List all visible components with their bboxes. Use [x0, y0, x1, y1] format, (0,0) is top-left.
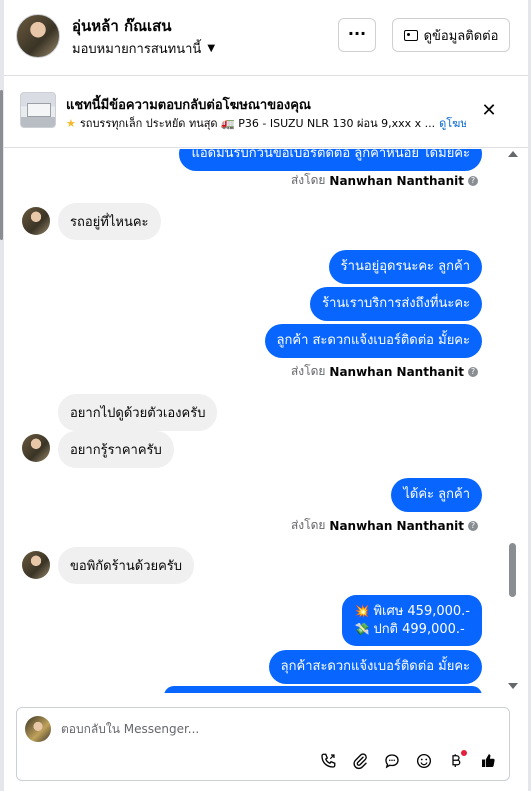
agent-name: Nanwhan Nanthanit: [329, 364, 464, 379]
message-thread[interactable]: แอดมินรบกวนขอเบอร์ติดต่อ ลูกค้าหน่อย ได้…: [4, 149, 516, 693]
ad-reply-banner: แชทนี้มีข้อความตอบกลับต่อโฆษณาของคุณ ★ ร…: [4, 76, 528, 148]
message-incoming[interactable]: อยากรู้ราคาครับ: [58, 431, 174, 468]
contact-avatar[interactable]: [16, 14, 60, 58]
scroll-up-icon[interactable]: [508, 151, 518, 157]
reply-input[interactable]: [61, 720, 481, 738]
message-outgoing-partial[interactable]: [164, 686, 482, 693]
message-outgoing-price[interactable]: 💥 พิเศษ 459,000.- 💸 ปกติ 499,000.-: [342, 595, 482, 647]
saved-reply-icon[interactable]: [381, 750, 403, 772]
sent-by-label: ส่งโดย: [290, 173, 326, 187]
page-avatar: [25, 716, 51, 742]
close-icon[interactable]: ✕: [478, 100, 500, 122]
assign-conversation-label: มอบหมายการสนทนานี้: [72, 42, 202, 57]
contact-avatar-small: [22, 551, 50, 579]
contact-avatar-small: [22, 207, 50, 235]
baht-icon[interactable]: [445, 750, 467, 772]
agent-name: Nanwhan Nanthanit: [329, 173, 464, 188]
message-incoming[interactable]: อยากไปดูด้วยตัวเองครับ: [58, 394, 218, 431]
message-outgoing[interactable]: ลูกค้า สะดวกแจ้งเบอร์ติดต่อ มั้ยคะ: [264, 324, 482, 358]
money-wings-icon: 💸: [354, 621, 370, 636]
message-incoming[interactable]: ขอพิกัดร้านด้วยครับ: [58, 547, 195, 584]
emoji-icon[interactable]: [413, 750, 435, 772]
info-icon[interactable]: ?: [468, 520, 478, 531]
sent-by-line: ส่งโดย Nanwhan Nanthanit ?: [291, 362, 478, 381]
sent-by-line: ส่งโดย Nanwhan Nanthanit ?: [291, 171, 478, 190]
notification-dot: [461, 750, 467, 756]
message-outgoing[interactable]: ลุกค้าสะดวกแจ้งเบอร์ติดต่อ มั้ยคะ: [268, 650, 482, 684]
contact-card-icon: [403, 29, 418, 41]
message-outgoing[interactable]: ได้ค่ะ ลูกค้า: [391, 478, 482, 512]
scroll-down-icon[interactable]: [508, 683, 518, 689]
message-outgoing[interactable]: ร้านเราบริการส่งถึงที่นะคะ: [310, 287, 482, 321]
chat-header: อุ่นหล้า ก๊ณเสน มอบหมายการสนทนานี้ ▼ ···…: [4, 0, 528, 76]
price-normal-line: 💸 ปกติ 499,000.-: [354, 621, 465, 637]
thread-scrollbar[interactable]: [506, 149, 518, 693]
ad-banner-title: แชทนี้มีข้อความตอบกลับต่อโฆษณาของคุณ: [66, 98, 311, 113]
contact-avatar-small: [22, 434, 50, 462]
view-contact-label: ดูข้อมูลติดต่อ: [423, 28, 499, 44]
sent-by-line: ส่งโดย Nanwhan Nanthanit ?: [291, 516, 478, 535]
like-icon[interactable]: [477, 750, 499, 772]
message-incoming[interactable]: รถอยู่ที่ไหนคะ: [58, 203, 161, 240]
reply-composer: [16, 707, 510, 781]
view-contact-button[interactable]: ดูข้อมูลติดต่อ: [392, 18, 510, 52]
star-icon: ★: [66, 116, 76, 130]
chevron-down-icon: ▼: [207, 43, 216, 54]
thread-scroll-thumb[interactable]: [509, 543, 516, 597]
burst-icon: 💥: [354, 604, 370, 618]
ad-banner-subtitle: ★ รถบรรทุกเล็ก ประหยัด ทนสุด 🚛 P36 - ISU…: [66, 114, 466, 132]
messenger-chat-window: อุ่นหล้า ก๊ณเสน มอบหมายการสนทนานี้ ▼ ···…: [0, 0, 531, 791]
ad-description: รถบรรทุกเล็ก ประหยัด ทนสุด 🚛 P36 - ISUZU…: [79, 117, 436, 130]
assign-conversation[interactable]: มอบหมายการสนทนานี้ ▼: [72, 38, 215, 59]
message-outgoing[interactable]: แอดมินรบกวนขอเบอร์ติดต่อ ลูกค้าหน่อย ได้…: [179, 149, 482, 171]
ad-thumbnail: [20, 92, 56, 128]
message-outgoing[interactable]: ร้านอยู่อุดรนะคะ ลูกค้า: [328, 250, 482, 284]
sent-by-label: ส่งโดย: [290, 518, 326, 532]
left-scroll-thumb[interactable]: [0, 90, 3, 240]
view-ad-link[interactable]: ดูโฆษณา: [439, 114, 466, 132]
info-icon[interactable]: ?: [468, 175, 478, 186]
sent-by-label: ส่งโดย: [290, 364, 326, 378]
more-options-button[interactable]: ···: [338, 18, 376, 52]
price-special-line: 💥 พิเศษ 459,000.-: [354, 604, 470, 619]
call-icon[interactable]: [317, 750, 339, 772]
attach-icon[interactable]: [349, 750, 371, 772]
agent-name: Nanwhan Nanthanit: [329, 518, 464, 533]
composer-toolbar: [317, 750, 499, 772]
contact-name[interactable]: อุ่นหล้า ก๊ณเสน: [72, 14, 172, 38]
info-icon[interactable]: ?: [468, 366, 478, 377]
